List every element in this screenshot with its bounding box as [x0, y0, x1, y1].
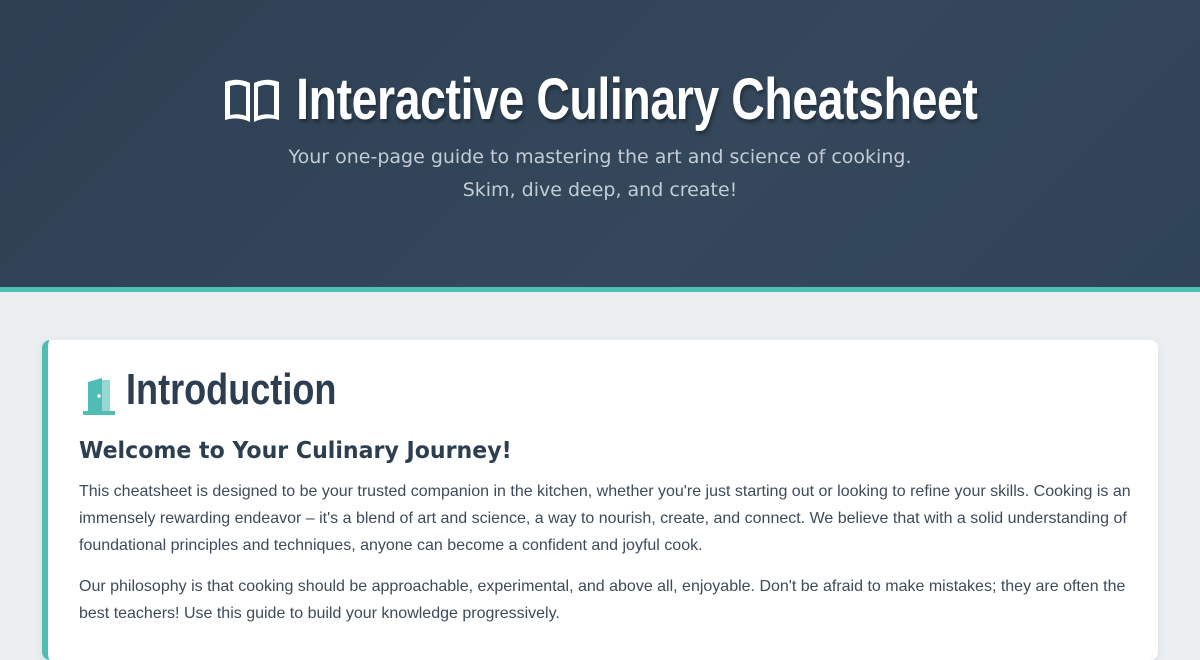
intro-paragraph-1: This cheatsheet is designed to be your t… [79, 483, 1131, 554]
hero-accent-bar [0, 287, 1200, 292]
hero-header: Interactive Culinary Cheatsheet Your one… [0, 0, 1200, 287]
section-subtitle: Welcome to Your Culinary Journey! [79, 438, 512, 464]
door-icon [82, 376, 116, 416]
open-book-icon [222, 74, 282, 126]
intro-paragraph-2: Our philosophy is that cooking should be… [79, 578, 1126, 622]
section-title: Introduction [126, 365, 337, 414]
hero-subtitle-line-2: Skim, dive deep, and create! [462, 179, 738, 201]
page-title: Interactive Culinary Cheatsheet [296, 67, 978, 132]
hero-title-row: Interactive Culinary Cheatsheet [0, 66, 1200, 133]
hero-subtitle-line-1: Your one-page guide to mastering the art… [288, 146, 912, 168]
section-heading: Introduction [82, 364, 383, 416]
introduction-section: Introduction Welcome to Your Culinary Jo… [42, 340, 1158, 660]
